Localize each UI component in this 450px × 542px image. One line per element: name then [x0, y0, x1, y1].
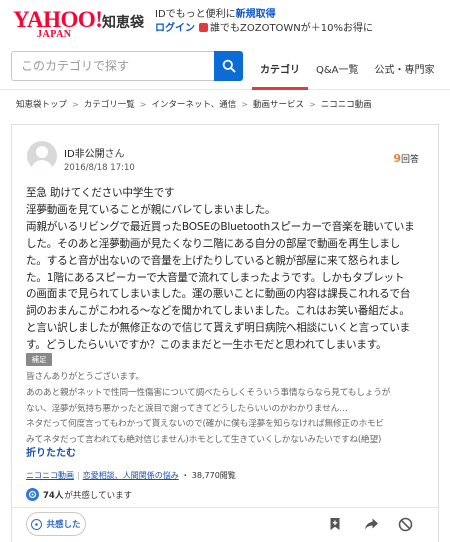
empathy-count: 74人	[43, 490, 64, 501]
supplement-line: あのあと親がネットで性同一性傷害について調べたらしくそういう事情ならなら見てもし…	[26, 387, 391, 398]
avatar-head-shape	[36, 146, 48, 158]
breadcrumb-separator-icon: >	[309, 99, 316, 109]
user-id-label: ID非公開	[64, 149, 105, 160]
question-tags: ニコニコ動画 | 恋愛相談、人間関係の悩み ・ 38,770閲覧	[26, 470, 236, 481]
tab-official-experts[interactable]: 公式・専門家	[367, 46, 443, 90]
nav-tabs: カテゴリ Q&A一覧 公式・専門家	[252, 46, 443, 90]
breadcrumb-item-niconico[interactable]: ニコニコ動画	[321, 98, 372, 110]
user-honorific: さん	[104, 149, 125, 160]
search-input[interactable]	[11, 51, 215, 81]
question-line: た。1階にあるスピーカーで大音量で流れてしまったようです。しかもタブレット	[26, 271, 405, 284]
search-icon	[222, 59, 235, 73]
login-promo: IDでもっと便利に新規取得 ログイン 誰でもZOZOTOWNが＋10%お得に	[155, 8, 445, 36]
question-line: 詞のおまんこがこわれる～などを聞かれてしまいました。これはお笑い番組だよ。	[26, 305, 410, 318]
breadcrumb-item-top[interactable]: 知恵袋トップ	[16, 98, 67, 110]
shopping-bag-icon	[199, 23, 208, 32]
promo-text: IDでもっと便利に	[155, 9, 236, 20]
question-line: した。そのあと淫夢動画が見たくなり二階にある自分の部屋で動画を再生しまし	[26, 237, 401, 250]
breadcrumb-separator-icon: >	[241, 99, 248, 109]
empathize-button-label: 共感した	[46, 520, 81, 530]
empathy-button-icon	[31, 518, 43, 530]
divider	[12, 507, 438, 508]
breadcrumb-separator-icon: >	[139, 99, 147, 109]
header: YAHOO! JAPAN 知恵袋 IDでもっと便利に新規取得 ログイン 誰でもZO…	[0, 0, 450, 46]
tab-category[interactable]: カテゴリ	[252, 46, 308, 90]
question-line: の画面まで見られてしまいました。運の悪いことに動画の内容は課長これれるで台	[26, 288, 411, 301]
breadcrumb: 知恵袋トップ > カテゴリ一覧 > インターネット、通信 > 動画サービス > …	[16, 97, 372, 111]
promo-line2: ログイン 誰でもZOZOTOWNが＋10%お得に	[155, 22, 445, 36]
question-line: 淫夢動画を見ていることが親にバレてしまいました。	[26, 203, 276, 216]
promo-line1: IDでもっと便利に新規取得	[155, 8, 445, 22]
login-link[interactable]: ログイン	[155, 23, 195, 34]
empathy-icon	[26, 488, 39, 501]
supplement-body: 皆さんありがとうございます。 あのあと親がネットで性同一性傷害について調べたらし…	[26, 370, 434, 449]
bookmark-icon[interactable]	[325, 514, 345, 534]
breadcrumb-separator-icon: >	[72, 99, 79, 109]
avatar-body-shape	[31, 160, 53, 171]
search-area: カテゴリ Q&A一覧 公式・専門家	[0, 46, 450, 90]
tab-qa-list[interactable]: Q&A一覧	[308, 46, 367, 90]
yahoo-japan-logo[interactable]: YAHOO! JAPAN	[13, 8, 103, 41]
question-line: す。どうしたらいいですか？このままだと一生ホモだと思われてしまいます。	[26, 339, 387, 352]
logo-japan-text: JAPAN	[37, 29, 72, 40]
views-separator: ・	[178, 471, 192, 480]
question-body: 至急 助けてください中学生です 淫夢動画を見ていることが親にバレてしまいました。…	[26, 185, 430, 354]
avatar	[27, 141, 57, 171]
supplement-line: ネタだって何度言ってもわかって貰えないので(確かに僕も淫夢を知らなければ無修正の…	[26, 419, 384, 430]
tag-category-link[interactable]: ニコニコ動画	[26, 471, 74, 480]
breadcrumb-item-video-service[interactable]: 動画サービス	[253, 98, 304, 110]
question-line: た。すると音が出ないので音量を上げたりしていると親が部屋に来て怒られまし	[26, 254, 400, 267]
tag-related-link[interactable]: 恋愛相談、人間関係の悩み	[83, 471, 179, 480]
answer-count[interactable]: 9回答	[393, 152, 419, 165]
post-date: 2016/8/18 17:10	[64, 163, 135, 173]
empathy-suffix: が共感しています	[64, 490, 133, 501]
signup-link[interactable]: 新規取得	[236, 9, 276, 20]
supplement-line: ない、淫夢が気持ち悪かったと涙目で謝ってきてどうしたらいいのかわかりません…	[26, 403, 348, 414]
supplement-line: 皆さんありがとうございます。	[26, 372, 144, 382]
search-button[interactable]	[214, 51, 243, 81]
view-count: 38,770閲覧	[191, 471, 236, 480]
breadcrumb-item-internet[interactable]: インターネット、通信	[151, 98, 236, 110]
share-icon[interactable]	[361, 514, 381, 534]
user-name: ID非公開さん	[64, 145, 125, 160]
answer-count-number: 9	[393, 152, 401, 165]
tag-separator: |	[77, 471, 80, 480]
breadcrumb-item-category-list[interactable]: カテゴリ一覧	[84, 98, 135, 110]
answer-count-unit: 回答	[400, 155, 419, 165]
question-card: ID非公開さん 2016/8/18 17:10 9回答 至急 助けてください中学…	[11, 124, 439, 542]
question-line: 至急 助けてください中学生です	[26, 187, 175, 199]
service-name[interactable]: 知恵袋	[102, 12, 144, 32]
supplement-badge: 補足	[26, 353, 52, 366]
empathize-button[interactable]: 共感した	[26, 512, 86, 536]
zozo-promo-text[interactable]: 誰でもZOZOTOWNが＋10%お得に	[210, 23, 373, 34]
block-report-icon[interactable]	[395, 514, 415, 534]
collapse-link[interactable]: 折りたたむ	[26, 444, 76, 459]
empathy-summary: 74人 が共感しています	[26, 488, 132, 501]
question-line: 両親がいるリビングで最近買ったBOSEのBluetoothスピーカーで音楽を聴い…	[26, 220, 415, 233]
supplement-line: みてネタだって言われても絶対信じません)ホモとして生きていくしかないみたいですね…	[26, 435, 382, 446]
question-line: と言い訳しましたが無修正なので信じて貰えず明日病院へ相談にいくと言っていま	[26, 322, 411, 335]
